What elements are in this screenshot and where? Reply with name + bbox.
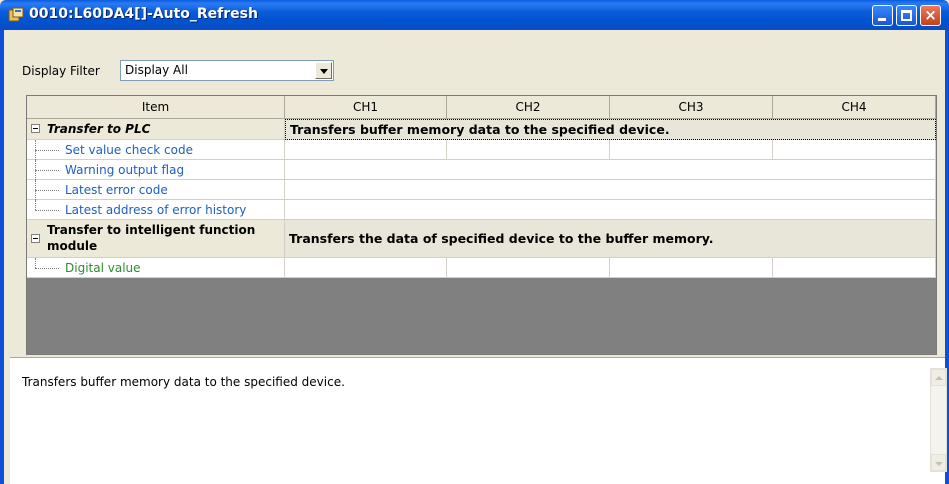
table-row: Warning output flag bbox=[27, 160, 936, 180]
category-description-cell[interactable]: Transfers buffer memory data to the spec… bbox=[285, 119, 936, 140]
description-pane: Transfers buffer memory data to the spec… bbox=[10, 357, 947, 484]
maximize-icon bbox=[901, 10, 912, 21]
auto-refresh-grid: Item CH1 CH2 CH3 CH4 Transfer to PLC Tra… bbox=[26, 95, 937, 355]
category-row-transfer-to-plc[interactable]: Transfer to PLC Transfers buffer memory … bbox=[27, 119, 936, 140]
table-row: Latest error code bbox=[27, 180, 936, 200]
minimize-button[interactable] bbox=[872, 5, 893, 26]
display-filter-label: Display Filter bbox=[22, 64, 100, 78]
column-header-ch3[interactable]: CH3 bbox=[610, 96, 773, 119]
category-description: Transfers the data of specified device t… bbox=[289, 231, 714, 246]
item-label-set-value-check-code: Set value check code bbox=[65, 143, 193, 157]
category-cell: Transfer to intelligent function module bbox=[27, 220, 285, 258]
category-label-line2: module bbox=[47, 239, 98, 253]
display-filter-value: Display All bbox=[125, 63, 188, 77]
ch2-cell[interactable] bbox=[447, 258, 610, 278]
item-label-latest-error-code: Latest error code bbox=[65, 183, 168, 197]
chevron-down-icon bbox=[320, 69, 328, 74]
column-header-item[interactable]: Item bbox=[27, 96, 285, 119]
category-cell: Transfer to PLC bbox=[27, 119, 285, 140]
table-row: Set value check code bbox=[27, 140, 936, 160]
item-label-warning-output-flag: Warning output flag bbox=[65, 163, 185, 177]
close-icon: × bbox=[924, 6, 937, 24]
window-title: 0010:L60DA4[]-Auto_Refresh bbox=[29, 6, 258, 22]
vertical-scrollbar[interactable] bbox=[930, 368, 947, 472]
ch3-cell[interactable] bbox=[610, 140, 773, 160]
ch1-cell[interactable] bbox=[285, 140, 447, 160]
tree-branch bbox=[35, 268, 59, 269]
item-cell: Warning output flag bbox=[27, 160, 285, 180]
merged-data-cell[interactable] bbox=[285, 180, 936, 200]
collapse-icon[interactable] bbox=[31, 124, 40, 133]
column-header-ch1[interactable]: CH1 bbox=[285, 96, 447, 119]
ch3-cell[interactable] bbox=[610, 258, 773, 278]
title-bar[interactable]: 0010:L60DA4[]-Auto_Refresh × bbox=[0, 0, 949, 30]
item-cell: Latest address of error history bbox=[27, 200, 285, 220]
merged-data-cell[interactable] bbox=[285, 160, 936, 180]
item-label-digital-value: Digital value bbox=[65, 261, 141, 275]
app-icon bbox=[8, 7, 24, 22]
ch4-cell[interactable] bbox=[773, 140, 936, 160]
ch1-cell[interactable] bbox=[285, 258, 447, 278]
item-cell: Set value check code bbox=[27, 140, 285, 160]
tree-branch bbox=[35, 210, 59, 211]
ch4-cell[interactable] bbox=[773, 258, 936, 278]
chevron-up-icon bbox=[935, 376, 943, 380]
display-filter-select[interactable]: Display All bbox=[120, 60, 334, 81]
description-text: Transfers buffer memory data to the spec… bbox=[22, 375, 345, 389]
tree-branch bbox=[35, 170, 59, 171]
table-row: Latest address of error history bbox=[27, 200, 936, 220]
scroll-up-button[interactable] bbox=[931, 369, 946, 386]
category-label-line1: Transfer to intelligent function bbox=[47, 223, 256, 237]
window-frame-left bbox=[0, 30, 4, 484]
item-label-latest-address-of-error-history: Latest address of error history bbox=[65, 203, 247, 217]
chevron-down-icon bbox=[935, 462, 943, 466]
maximize-button[interactable] bbox=[896, 5, 917, 26]
tree-line bbox=[35, 258, 36, 268]
display-filter-dropdown-button[interactable] bbox=[315, 62, 332, 79]
table-row: Digital value bbox=[27, 258, 936, 278]
column-header-ch2[interactable]: CH2 bbox=[447, 96, 610, 119]
scroll-down-button[interactable] bbox=[931, 454, 946, 471]
item-cell: Digital value bbox=[27, 258, 285, 278]
category-label: Transfer to PLC bbox=[47, 122, 151, 136]
collapse-icon[interactable] bbox=[31, 234, 40, 243]
tree-line bbox=[35, 200, 36, 210]
minimize-icon bbox=[878, 18, 886, 21]
auto-refresh-window: 0010:L60DA4[]-Auto_Refresh × Display Fil… bbox=[0, 0, 949, 484]
close-button[interactable]: × bbox=[920, 5, 941, 26]
merged-data-cell[interactable] bbox=[285, 200, 936, 220]
tree-branch bbox=[35, 150, 59, 151]
ch2-cell[interactable] bbox=[447, 140, 610, 160]
tree-branch bbox=[35, 190, 59, 191]
column-header-ch4[interactable]: CH4 bbox=[773, 96, 936, 119]
item-cell: Latest error code bbox=[27, 180, 285, 200]
category-row-transfer-to-intelligent-function-module[interactable]: Transfer to intelligent function module … bbox=[27, 220, 936, 258]
category-description-cell[interactable]: Transfers the data of specified device t… bbox=[285, 220, 936, 258]
category-description: Transfers buffer memory data to the spec… bbox=[290, 122, 670, 137]
